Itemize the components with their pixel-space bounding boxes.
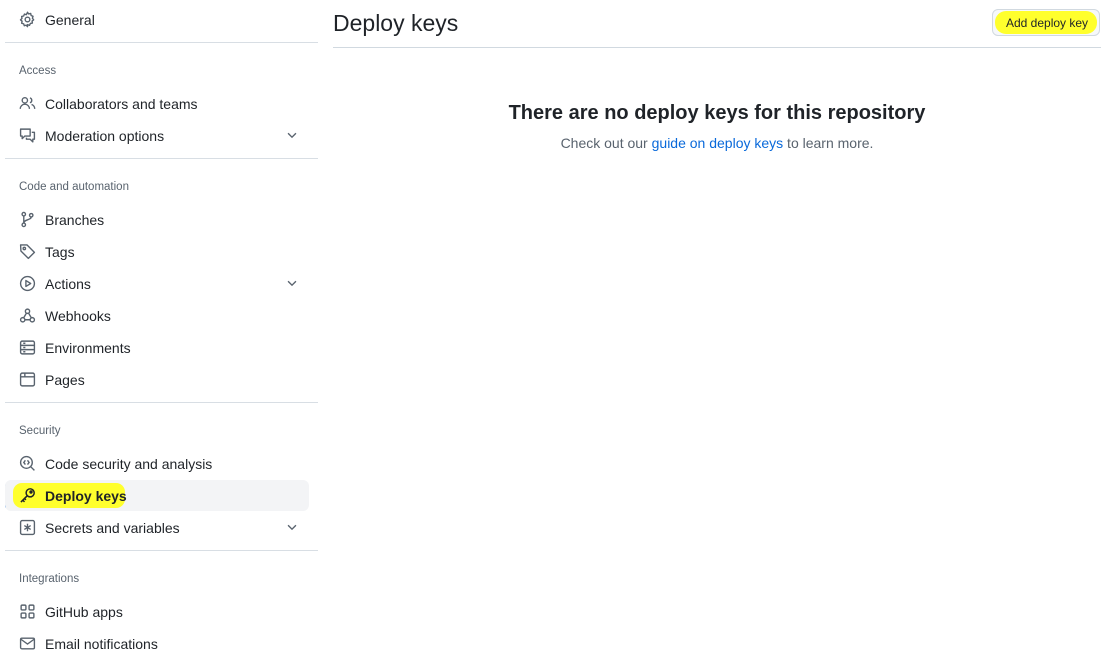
sidebar-item-moderation[interactable]: Moderation options: [5, 120, 309, 151]
sidebar-item-github-apps[interactable]: GitHub apps: [5, 596, 309, 627]
key-icon: [19, 487, 36, 504]
chevron-down-icon[interactable]: [285, 520, 299, 534]
sidebar-item-environments[interactable]: Environments: [5, 332, 309, 363]
apps-icon: [19, 603, 36, 620]
section-title-integrations: Integrations: [19, 573, 80, 585]
sidebar-item-secrets[interactable]: Secrets and variables: [5, 512, 309, 543]
sidebar-item-webhooks[interactable]: Webhooks: [5, 300, 309, 331]
sidebar-item-branches[interactable]: Branches: [5, 204, 309, 235]
sidebar-item-label: Secrets and variables: [45, 520, 180, 536]
sidebar-item-label: GitHub apps: [45, 604, 123, 620]
play-icon: [19, 275, 36, 292]
section-title-access: Access: [19, 65, 57, 77]
add-deploy-key-button[interactable]: Add deploy key: [992, 9, 1100, 36]
sidebar-item-label: Pages: [45, 372, 85, 388]
deploy-keys-guide-link[interactable]: guide on deploy keys: [652, 135, 784, 151]
blankslate-desc-prefix: Check out our: [560, 135, 652, 151]
sidebar-item-deploy-keys[interactable]: Deploy keys: [5, 480, 309, 511]
sidebar-item-email-notifications[interactable]: Email notifications: [5, 628, 309, 658]
server-icon: [19, 339, 36, 356]
people-icon: [19, 95, 36, 112]
sidebar-item-label: Collaborators and teams: [45, 96, 198, 112]
sidebar-item-general[interactable]: General: [5, 4, 309, 35]
browser-icon: [19, 371, 36, 388]
sidebar-item-actions[interactable]: Actions: [5, 268, 309, 299]
tag-icon: [19, 243, 36, 260]
sidebar-item-label: Deploy keys: [45, 488, 127, 504]
button-label: Add deploy key: [1006, 16, 1089, 30]
sidebar-divider: [5, 550, 318, 551]
comment-discussion-icon: [19, 127, 36, 144]
gear-icon: [19, 11, 36, 28]
blankslate-desc-suffix: to learn more.: [783, 135, 874, 151]
section-title-security: Security: [19, 425, 61, 437]
sidebar-divider: [5, 158, 318, 159]
sidebar-item-label: General: [45, 12, 95, 28]
settings-page: General Access Collaborators and teams M…: [0, 0, 1108, 658]
sidebar-item-collaborators[interactable]: Collaborators and teams: [5, 88, 309, 119]
sidebar-item-label: Actions: [45, 276, 91, 292]
sidebar-item-label: Email notifications: [45, 636, 158, 652]
sidebar-item-tags[interactable]: Tags: [5, 236, 309, 267]
section-title-code-automation: Code and automation: [19, 181, 129, 193]
sidebar-divider: [5, 402, 318, 403]
sidebar-item-pages[interactable]: Pages: [5, 364, 309, 395]
codescan-icon: [19, 455, 36, 472]
sidebar-item-label: Moderation options: [45, 128, 165, 144]
main-content: Deploy keys Add deploy key There are no …: [333, 0, 1101, 658]
sidebar-divider: [5, 42, 318, 43]
blankslate-description: Check out our guide on deploy keys to le…: [333, 134, 1101, 152]
blankslate-heading: There are no deploy keys for this reposi…: [508, 102, 926, 124]
chevron-down-icon[interactable]: [285, 128, 299, 142]
webhook-icon: [19, 307, 36, 324]
sidebar-item-code-security[interactable]: Code security and analysis: [5, 448, 309, 479]
asterisk-icon: [19, 519, 36, 536]
sidebar-item-label: Tags: [45, 244, 75, 260]
mail-icon: [19, 635, 36, 652]
header-divider: [333, 47, 1101, 48]
git-branch-icon: [19, 211, 36, 228]
sidebar-item-label: Branches: [45, 212, 105, 228]
sidebar-item-label: Webhooks: [45, 308, 111, 324]
chevron-down-icon[interactable]: [285, 276, 299, 290]
sidebar-item-label: Code security and analysis: [45, 456, 213, 472]
page-title: Deploy keys: [333, 10, 459, 36]
sidebar-item-label: Environments: [45, 340, 131, 356]
